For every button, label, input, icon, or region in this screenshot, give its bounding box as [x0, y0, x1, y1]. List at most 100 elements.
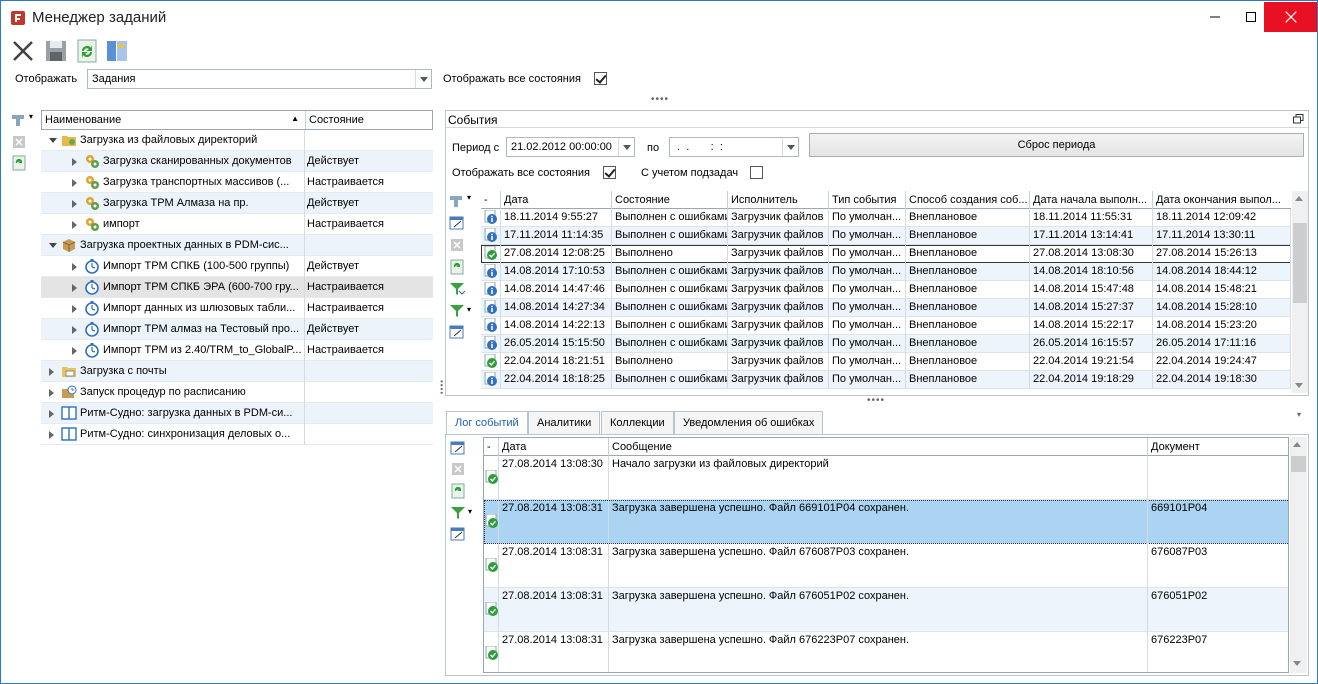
events-row[interactable]: 17.11.2014 11:14:35 Выполнен с ошибками За…: [481, 227, 1291, 245]
all-states-checkbox[interactable]: [594, 72, 607, 85]
tabs-dropdown-icon[interactable]: ▾: [1297, 410, 1301, 419]
events-col-date[interactable]: Дата: [501, 191, 612, 209]
filter-icon[interactable]: [449, 303, 465, 319]
events-row[interactable]: 27.08.2014 12:08:25 Выполнено Загрузчик фа…: [481, 245, 1291, 263]
expand-open-icon[interactable]: [49, 243, 57, 248]
settings-edit-icon[interactable]: [449, 324, 465, 340]
events-row[interactable]: 14.08.2014 17:10:53 Выполнен с ошибками За…: [481, 263, 1291, 281]
events-tools-dropdown[interactable]: ▾: [467, 193, 471, 202]
log-row[interactable]: 27.08.2014 13:08:31 Загрузка завершена ус…: [484, 632, 1288, 672]
events-scroll-thumb[interactable]: [1293, 223, 1307, 303]
events-col-status[interactable]: -: [481, 191, 501, 209]
tree-row[interactable]: Импорт ТРМ СПКБ (100-500 группы) Действуе…: [41, 256, 433, 277]
tree-row[interactable]: Ритм-Судно: загрузка данных в PDM-си...: [41, 403, 433, 424]
tree-row[interactable]: Ритм-Судно: синхронизация деловых о...: [41, 424, 433, 445]
subtasks-checkbox[interactable]: [750, 166, 763, 179]
log-edit-icon[interactable]: [450, 440, 466, 456]
tab-collections[interactable]: Коллекции: [601, 411, 674, 434]
tree-header-name[interactable]: Наименование ▲: [42, 111, 306, 129]
log-refresh-icon[interactable]: [450, 483, 466, 499]
tree-row[interactable]: Загрузка сканированных документов Действу…: [41, 151, 433, 172]
expand-closed-icon[interactable]: [49, 368, 54, 376]
expand-closed-icon[interactable]: [49, 389, 54, 397]
log-row[interactable]: 27.08.2014 13:08:31 Загрузка завершена ус…: [484, 544, 1288, 588]
log-col-message[interactable]: Сообщение: [609, 438, 1148, 456]
events-row[interactable]: 22.04.2014 18:21:51 Выполнено Загрузчик фа…: [481, 353, 1291, 371]
layout-icon[interactable]: [104, 38, 130, 64]
tab-error-notifications[interactable]: Уведомления об ошибках: [674, 411, 824, 434]
period-to-field[interactable]: . . : :: [669, 137, 799, 157]
expand-closed-icon[interactable]: [72, 179, 77, 187]
expand-closed-icon[interactable]: [72, 158, 77, 166]
log-scroll-thumb[interactable]: [1291, 456, 1306, 472]
events-delete-icon[interactable]: [449, 237, 465, 253]
log-filter-dropdown[interactable]: ▾: [468, 507, 472, 516]
tree-delete-icon[interactable]: [11, 134, 27, 150]
log-col-status[interactable]: -: [484, 438, 499, 456]
tree-tools-dropdown[interactable]: ▾: [29, 112, 33, 121]
log-scrollbar[interactable]: [1290, 437, 1307, 673]
events-row[interactable]: 14.08.2014 14:47:46 Выполнен с ошибками За…: [481, 281, 1291, 299]
tree-row[interactable]: Загрузка с почты: [41, 361, 433, 382]
events-col-start[interactable]: Дата начала выполн...: [1030, 191, 1153, 209]
tab-analysts[interactable]: Аналитики: [528, 411, 601, 434]
expand-closed-icon[interactable]: [72, 221, 77, 229]
expand-closed-icon[interactable]: [72, 326, 77, 334]
expand-closed-icon[interactable]: [72, 200, 77, 208]
chevron-down-icon[interactable]: [415, 70, 431, 88]
reset-period-button[interactable]: Сброс периода: [809, 133, 1304, 157]
expand-closed-icon[interactable]: [72, 347, 77, 355]
events-row[interactable]: 14.08.2014 14:22:13 Выполнен с ошибками За…: [481, 317, 1291, 335]
events-col-end[interactable]: Дата окончания выпол...: [1153, 191, 1291, 209]
events-row[interactable]: 22.04.2014 18:18:25 Выполнен с ошибками За…: [481, 371, 1291, 389]
tree-row[interactable]: импорт Настраивается: [41, 214, 433, 235]
events-row[interactable]: 26.05.2014 15:15:50 Выполнен с ошибками За…: [481, 335, 1291, 353]
tree-tools-icon[interactable]: [11, 112, 27, 128]
events-all-states-checkbox[interactable]: [603, 166, 616, 179]
tree-row[interactable]: Импорт данных из шлюзовых табли... Настра…: [41, 298, 433, 319]
log-row[interactable]: 27.08.2014 13:08:31 Загрузка завершена ус…: [484, 588, 1288, 632]
log-scroll-up-icon[interactable]: [1293, 442, 1301, 447]
display-combobox[interactable]: Задания: [87, 69, 432, 89]
tree-header-state[interactable]: Состояние: [306, 111, 434, 129]
period-from-field[interactable]: 21.02.2012 00:00:00: [506, 137, 635, 157]
events-col-executor[interactable]: Исполнитель: [728, 191, 829, 209]
log-filter-icon[interactable]: [450, 505, 466, 521]
tree-row[interactable]: Загрузка проектных данных в PDM-сис...: [41, 235, 433, 256]
chevron-down-icon[interactable]: [782, 138, 798, 156]
filter-dropdown[interactable]: ▾: [467, 305, 471, 314]
close-button[interactable]: [1264, 2, 1317, 32]
log-col-document[interactable]: Документ: [1148, 438, 1288, 456]
events-log-splitter[interactable]: ••••: [867, 395, 885, 406]
refresh-icon[interactable]: [74, 38, 100, 64]
restore-panel-icon[interactable]: [1293, 114, 1304, 124]
tree-row[interactable]: Загрузка из файловых директорий: [41, 130, 433, 151]
events-row[interactable]: 14.08.2014 14:27:34 Выполнен с ошибками За…: [481, 299, 1291, 317]
expand-closed-icon[interactable]: [72, 305, 77, 313]
events-col-state[interactable]: Состояние: [612, 191, 728, 209]
expand-closed-icon[interactable]: [72, 263, 77, 271]
tree-refresh-icon[interactable]: [11, 155, 27, 171]
log-col-date[interactable]: Дата: [499, 438, 609, 456]
expand-closed-icon[interactable]: [49, 410, 54, 418]
scroll-up-icon[interactable]: [1295, 196, 1303, 201]
events-refresh-icon[interactable]: [449, 259, 465, 275]
tree-row[interactable]: Импорт ТРМ из 2.40/TRM_to_GlobalP... Наст…: [41, 340, 433, 361]
log-row[interactable]: 27.08.2014 13:08:31 Загрузка завершена ус…: [484, 500, 1288, 544]
tree-row[interactable]: Запуск процедур по расписанию: [41, 382, 433, 403]
tree-row[interactable]: Импорт ТРМ СПКБ ЭРА (600-700 гру... Настр…: [41, 277, 433, 298]
log-row[interactable]: 27.08.2014 13:08:30 Начало загрузки из фа…: [484, 456, 1288, 500]
tree-row[interactable]: Загрузка транспортных массивов (... Настр…: [41, 172, 433, 193]
chevron-down-icon[interactable]: [618, 138, 634, 156]
events-row[interactable]: 18.11.2014 9:55:27 Выполнен с ошибками Заг…: [481, 209, 1291, 227]
tab-event-log[interactable]: Лог событий: [446, 411, 528, 435]
expand-closed-icon[interactable]: [72, 284, 77, 292]
save-icon[interactable]: [43, 38, 69, 64]
log-settings-icon[interactable]: [450, 526, 466, 542]
tree-row[interactable]: Загрузка ТРМ Алмаза на пр. Действует: [41, 193, 433, 214]
horizontal-splitter[interactable]: ••••: [651, 94, 669, 105]
events-scrollbar[interactable]: [1292, 191, 1308, 393]
scroll-down-icon[interactable]: [1295, 383, 1303, 388]
filter-down-icon[interactable]: [449, 281, 465, 297]
expand-open-icon[interactable]: [49, 138, 57, 143]
